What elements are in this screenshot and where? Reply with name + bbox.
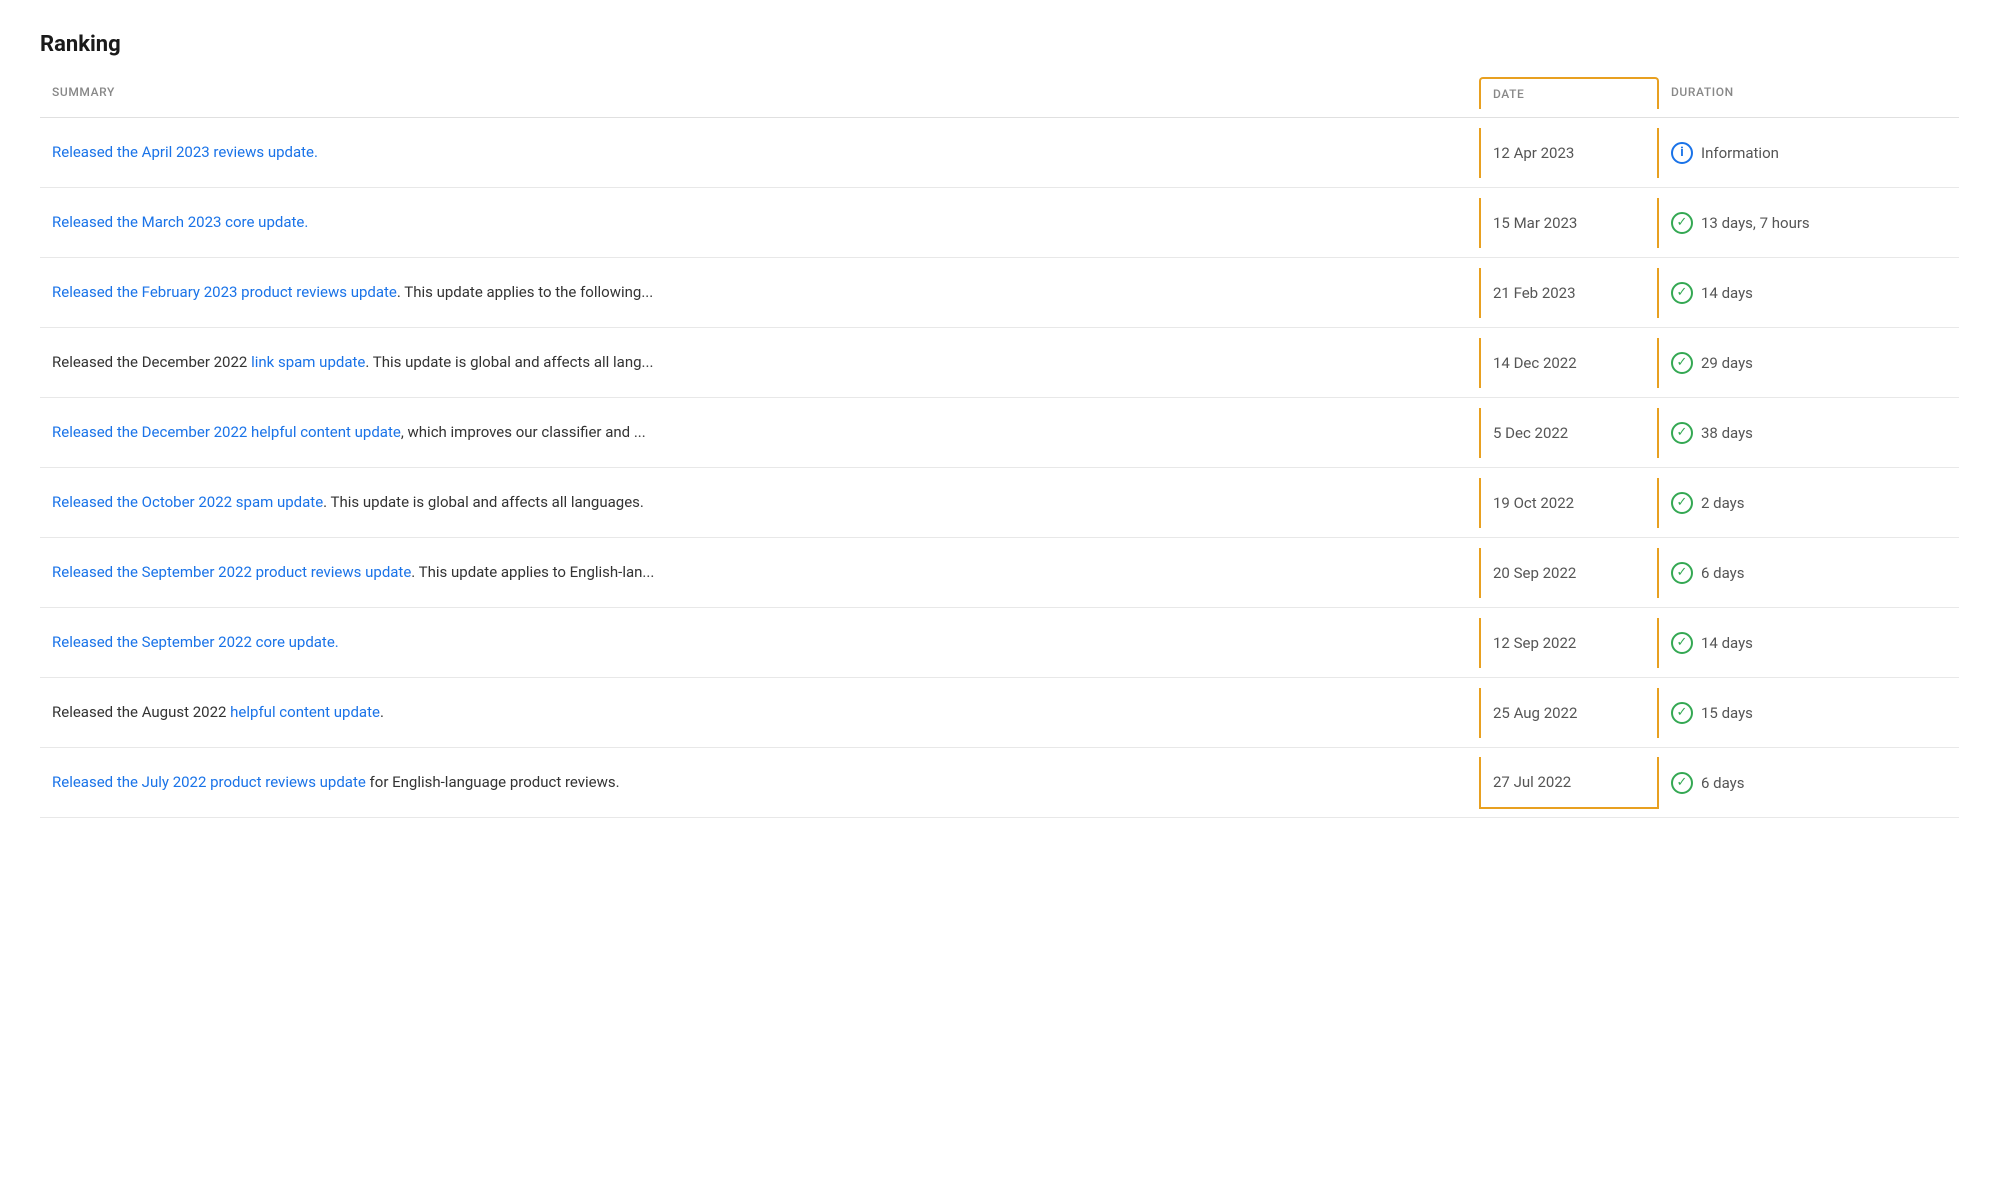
date-value: 5 Dec 2022 bbox=[1493, 424, 1568, 442]
duration-text: 2 days bbox=[1701, 494, 1745, 512]
check-icon: ✓ bbox=[1671, 702, 1693, 724]
check-icon: ✓ bbox=[1671, 772, 1693, 794]
check-icon: ✓ bbox=[1671, 212, 1693, 234]
summary-link[interactable]: Released the September 2022 product revi… bbox=[52, 563, 411, 581]
date-cell: 14 Dec 2022 bbox=[1479, 338, 1659, 388]
summary-text: . bbox=[380, 703, 384, 721]
page-title: Ranking bbox=[40, 32, 1959, 57]
table-row: Released the October 2022 spam update. T… bbox=[40, 468, 1959, 538]
duration-header: DURATION bbox=[1659, 77, 1959, 109]
check-icon: ✓ bbox=[1671, 352, 1693, 374]
duration-cell: ✓ 6 days bbox=[1659, 756, 1959, 810]
summary-link[interactable]: Released the December 2022 helpful conte… bbox=[52, 423, 401, 441]
duration-text: 14 days bbox=[1701, 284, 1753, 302]
date-value: 27 Jul 2022 bbox=[1493, 773, 1571, 791]
table-row: Released the August 2022 helpful content… bbox=[40, 678, 1959, 748]
date-value: 15 Mar 2023 bbox=[1493, 214, 1577, 232]
date-value: 14 Dec 2022 bbox=[1493, 354, 1577, 372]
duration-cell: ✓ 38 days bbox=[1659, 406, 1959, 460]
summary-text: for English-language product reviews. bbox=[366, 773, 620, 791]
summary-cell: Released the August 2022 helpful content… bbox=[40, 685, 1479, 740]
check-icon: ✓ bbox=[1671, 492, 1693, 514]
summary-link[interactable]: Released the July 2022 product reviews u… bbox=[52, 773, 366, 791]
summary-text: . This update applies to English-lan... bbox=[411, 563, 654, 581]
summary-link[interactable]: link spam update bbox=[251, 353, 365, 371]
info-icon: i bbox=[1671, 142, 1693, 164]
check-icon: ✓ bbox=[1671, 632, 1693, 654]
summary-header: SUMMARY bbox=[40, 77, 1479, 109]
duration-cell: ✓ 14 days bbox=[1659, 266, 1959, 320]
duration-text: 6 days bbox=[1701, 564, 1745, 582]
duration-cell: ✓ 15 days bbox=[1659, 686, 1959, 740]
duration-text: 14 days bbox=[1701, 634, 1753, 652]
duration-cell: ✓ 29 days bbox=[1659, 336, 1959, 390]
table-row: Released the February 2023 product revie… bbox=[40, 258, 1959, 328]
date-value: 20 Sep 2022 bbox=[1493, 564, 1576, 582]
duration-cell: i Information bbox=[1659, 126, 1959, 180]
date-cell: 20 Sep 2022 bbox=[1479, 548, 1659, 598]
summary-text: . This update applies to the following..… bbox=[397, 283, 653, 301]
table-row: Released the September 2022 core update.… bbox=[40, 608, 1959, 678]
summary-text: , which improves our classifier and ... bbox=[401, 423, 646, 441]
ranking-table: SUMMARY DATE DURATION Released the April… bbox=[40, 77, 1959, 818]
duration-text: 13 days, 7 hours bbox=[1701, 214, 1810, 232]
duration-cell: ✓ 6 days bbox=[1659, 546, 1959, 600]
table-row: Released the December 2022 link spam upd… bbox=[40, 328, 1959, 398]
check-icon: ✓ bbox=[1671, 282, 1693, 304]
duration-text: 38 days bbox=[1701, 424, 1753, 442]
summary-text: . This update is global and affects all … bbox=[323, 493, 644, 511]
date-cell: 25 Aug 2022 bbox=[1479, 688, 1659, 738]
summary-link[interactable]: helpful content update bbox=[230, 703, 380, 721]
date-cell: 5 Dec 2022 bbox=[1479, 408, 1659, 458]
table-row: Released the April 2023 reviews update. 1… bbox=[40, 118, 1959, 188]
summary-link[interactable]: Released the March 2023 core update. bbox=[52, 213, 308, 231]
duration-text: 29 days bbox=[1701, 354, 1753, 372]
date-value: 21 Feb 2023 bbox=[1493, 284, 1576, 302]
table-row: Released the July 2022 product reviews u… bbox=[40, 748, 1959, 818]
summary-text: the August 2022 bbox=[113, 703, 230, 721]
summary-cell: Released the April 2023 reviews update. bbox=[40, 125, 1479, 180]
date-cell: 12 Apr 2023 bbox=[1479, 128, 1659, 178]
duration-text: 15 days bbox=[1701, 704, 1753, 722]
date-value: 25 Aug 2022 bbox=[1493, 704, 1577, 722]
summary-text: Released bbox=[52, 353, 113, 371]
summary-cell: Released the December 2022 helpful conte… bbox=[40, 405, 1479, 460]
summary-cell: Released the December 2022 link spam upd… bbox=[40, 335, 1479, 390]
summary-cell: Released the September 2022 core update. bbox=[40, 615, 1479, 670]
date-header: DATE bbox=[1479, 77, 1659, 109]
summary-cell: Released the March 2023 core update. bbox=[40, 195, 1479, 250]
duration-text: 6 days bbox=[1701, 774, 1745, 792]
date-cell: 12 Sep 2022 bbox=[1479, 618, 1659, 668]
duration-text: Information bbox=[1701, 144, 1779, 162]
table-header: SUMMARY DATE DURATION bbox=[40, 77, 1959, 118]
date-cell: 19 Oct 2022 bbox=[1479, 478, 1659, 528]
summary-link[interactable]: Released the September 2022 core update. bbox=[52, 633, 339, 651]
table-row: Released the September 2022 product revi… bbox=[40, 538, 1959, 608]
summary-text: . This update is global and affects all … bbox=[365, 353, 653, 371]
check-icon: ✓ bbox=[1671, 422, 1693, 444]
date-value: 19 Oct 2022 bbox=[1493, 494, 1574, 512]
date-value: 12 Apr 2023 bbox=[1493, 144, 1574, 162]
duration-cell: ✓ 14 days bbox=[1659, 616, 1959, 670]
date-cell: 27 Jul 2022 bbox=[1479, 757, 1659, 809]
summary-link[interactable]: Released the April 2023 reviews update. bbox=[52, 143, 318, 161]
date-cell: 21 Feb 2023 bbox=[1479, 268, 1659, 318]
summary-link[interactable]: Released the October 2022 spam update bbox=[52, 493, 323, 511]
table-body: Released the April 2023 reviews update. 1… bbox=[40, 118, 1959, 818]
duration-cell: ✓ 2 days bbox=[1659, 476, 1959, 530]
summary-text: the December 2022 bbox=[113, 353, 251, 371]
table-row: Released the December 2022 helpful conte… bbox=[40, 398, 1959, 468]
date-value: 12 Sep 2022 bbox=[1493, 634, 1576, 652]
date-cell: 15 Mar 2023 bbox=[1479, 198, 1659, 248]
summary-link[interactable]: Released the February 2023 product revie… bbox=[52, 283, 397, 301]
summary-cell: Released the October 2022 spam update. T… bbox=[40, 475, 1479, 530]
summary-text: Released bbox=[52, 703, 113, 721]
duration-cell: ✓ 13 days, 7 hours bbox=[1659, 196, 1959, 250]
table-row: Released the March 2023 core update. 15 M… bbox=[40, 188, 1959, 258]
summary-cell: Released the September 2022 product revi… bbox=[40, 545, 1479, 600]
summary-cell: Released the February 2023 product revie… bbox=[40, 265, 1479, 320]
summary-cell: Released the July 2022 product reviews u… bbox=[40, 755, 1479, 810]
check-icon: ✓ bbox=[1671, 562, 1693, 584]
